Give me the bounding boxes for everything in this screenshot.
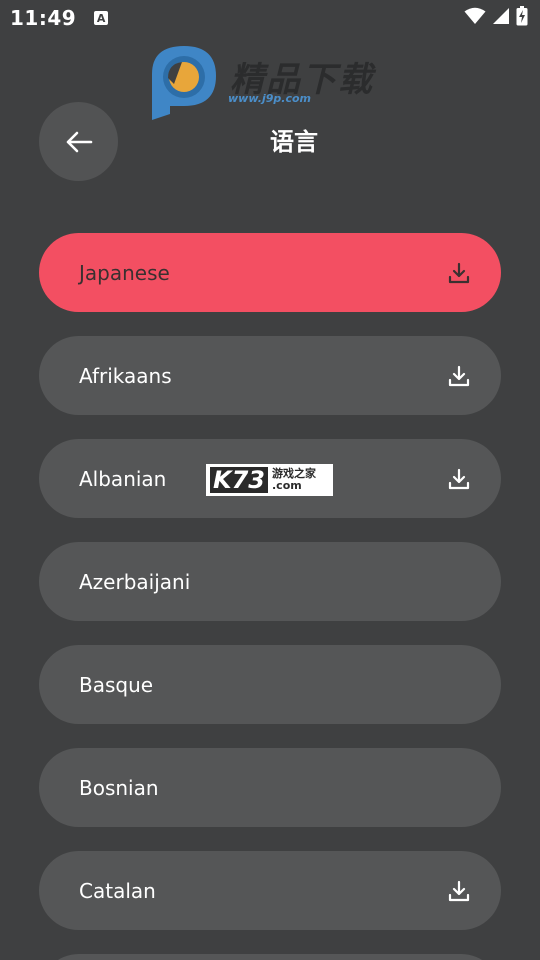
language-item-bosnian[interactable]: Bosnian	[39, 748, 501, 827]
language-label: Albanian	[79, 466, 167, 491]
battery-charging-icon	[516, 6, 528, 30]
language-item-catalan[interactable]: Catalan	[39, 851, 501, 930]
status-bar: 11:49 A	[0, 0, 540, 36]
status-time: 11:49	[10, 6, 77, 30]
watermark-logo: 精品下载 www.j9p.com	[148, 44, 378, 120]
language-item-partial[interactable]	[39, 954, 501, 960]
language-label: Afrikaans	[79, 363, 172, 388]
language-label: Japanese	[79, 260, 170, 285]
k73-badge-com: .com	[272, 479, 302, 492]
download-icon[interactable]	[447, 364, 471, 388]
language-label: Bosnian	[79, 775, 159, 800]
download-icon[interactable]	[447, 879, 471, 903]
watermark-p-icon	[152, 46, 216, 120]
language-item-azerbaijani[interactable]: Azerbaijani	[39, 542, 501, 621]
language-item-basque[interactable]: Basque	[39, 645, 501, 724]
language-screen: 11:49 A 精品下载 www.j9p.com 语言 Japanese Afr…	[0, 0, 540, 960]
page-title: 语言	[270, 128, 318, 156]
language-item-japanese[interactable]: Japanese	[39, 233, 501, 312]
language-label: Azerbaijani	[79, 569, 191, 594]
language-label: Catalan	[79, 878, 156, 903]
status-icons	[464, 6, 528, 30]
download-icon[interactable]	[447, 261, 471, 285]
language-label: Basque	[79, 672, 154, 697]
language-item-afrikaans[interactable]: Afrikaans	[39, 336, 501, 415]
k73-badge-main: K73	[210, 467, 268, 493]
signal-icon	[492, 7, 510, 29]
language-item-albanian[interactable]: Albanian K73 游戏之家 .com	[39, 439, 501, 518]
notification-icon: A	[94, 11, 109, 25]
language-list: Japanese Afrikaans Albanian K73 游戏之家 .co…	[39, 233, 501, 954]
watermark-url: www.j9p.com	[228, 92, 311, 105]
k73-watermark-badge: K73 游戏之家 .com	[206, 464, 333, 496]
wifi-icon	[464, 7, 486, 29]
download-icon[interactable]	[447, 467, 471, 491]
